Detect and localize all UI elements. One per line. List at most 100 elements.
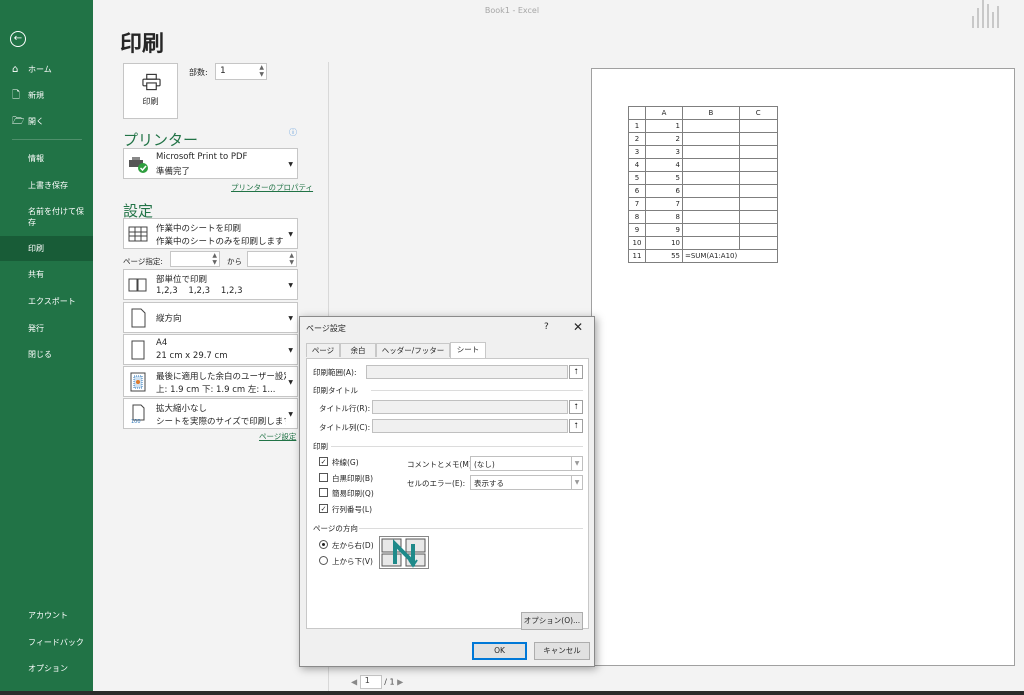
pages-from-input[interactable]: ▲ ▼: [170, 251, 220, 267]
home-icon: ⌂: [12, 64, 19, 75]
nav-home-label: ホーム: [28, 65, 52, 74]
pages-label: ページ指定:: [123, 257, 163, 266]
nav-options[interactable]: オプション: [0, 663, 93, 674]
cancel-button[interactable]: キャンセル: [534, 642, 590, 660]
page-order-preview-icon: [379, 536, 429, 569]
pages-from-spinner-icon[interactable]: ▲ ▼: [212, 252, 217, 266]
gridlines-checkbox[interactable]: ✓: [319, 457, 328, 466]
margins-dropdown[interactable]: 最後に適用した余白のユーザー設定 上: 1.9 cm 下: 1.9 cm 左: …: [123, 366, 298, 397]
title-rows-input[interactable]: [372, 400, 568, 414]
errors-select[interactable]: 表示する ▼: [470, 475, 583, 490]
collapse-dialog-icon[interactable]: ⭡: [569, 419, 583, 433]
order-left-right-radio[interactable]: [319, 540, 328, 549]
ok-button[interactable]: OK: [472, 642, 527, 660]
table-row: 99: [628, 223, 778, 237]
print-scope-dropdown[interactable]: 作業中のシートを印刷 作業中のシートのみを印刷します ▼: [123, 218, 298, 249]
nav-home[interactable]: ⌂ ホーム: [0, 64, 93, 75]
row-header: 5: [628, 171, 646, 185]
table-cell: [682, 184, 740, 198]
nav-print-label: 印刷: [28, 244, 44, 253]
info-icon[interactable]: ⓘ: [289, 127, 297, 138]
tab-header-footer[interactable]: ヘッダー/フッター: [376, 343, 450, 357]
nav-print[interactable]: 印刷: [0, 236, 93, 261]
table-cell: [682, 119, 740, 133]
nav-new-label: 新規: [28, 91, 44, 100]
paper-size-dropdown[interactable]: A4 21 cm x 29.7 cm ▼: [123, 334, 298, 365]
paper-size-desc: 21 cm x 29.7 cm: [156, 351, 228, 361]
tab-page[interactable]: ページ: [306, 343, 340, 357]
table-cell: [738, 223, 778, 237]
nav-save-as[interactable]: 名前を付けて保存: [0, 206, 93, 228]
close-icon[interactable]: ✕: [573, 320, 583, 334]
prev-page-icon[interactable]: ◀: [351, 678, 357, 687]
page-setup-link[interactable]: ページ設定: [259, 431, 296, 442]
table-cell: 55: [645, 249, 683, 263]
pages-to-spinner-icon[interactable]: ▲ ▼: [289, 252, 294, 266]
table-row: 55: [628, 171, 778, 185]
corner-cell: [628, 106, 646, 120]
portrait-page-icon: [131, 308, 146, 328]
print-scope-desc: 作業中のシートのみを印刷します: [156, 237, 284, 247]
tab-margins[interactable]: 余白: [340, 343, 376, 357]
back-arrow-icon[interactable]: ←: [10, 31, 26, 47]
gridlines-label: 枠線(G): [332, 458, 359, 467]
collapse-dialog-icon[interactable]: ⭡: [569, 400, 583, 414]
row-header: 9: [628, 223, 646, 237]
collapse-dialog-icon[interactable]: ⭡: [569, 365, 583, 379]
draft-label: 簡易印刷(Q): [332, 489, 374, 498]
nav-account[interactable]: アカウント: [0, 610, 93, 621]
row-header: 6: [628, 184, 646, 198]
copies-spinner-icon[interactable]: ▲ ▼: [259, 64, 264, 78]
nav-save[interactable]: 上書き保存: [0, 180, 93, 191]
headings-checkbox[interactable]: ✓: [319, 504, 328, 513]
chevron-down-icon: ▼: [288, 161, 293, 168]
chevron-down-icon: ▼: [288, 315, 293, 322]
comments-select[interactable]: (なし) ▼: [470, 456, 583, 471]
order-top-bottom-radio[interactable]: [319, 556, 328, 565]
order-left-right-label: 左から右(D): [332, 541, 374, 550]
nav-open[interactable]: 🗁 開く: [0, 116, 93, 127]
nav-new[interactable]: 🗋 新規: [0, 90, 93, 101]
order-top-bottom-label: 上から下(V): [332, 557, 373, 566]
table-cell: [738, 158, 778, 172]
scaling-dropdown[interactable]: 100 拡大縮小なし シートを実際のサイズで印刷します ▼: [123, 398, 298, 429]
help-icon[interactable]: ?: [544, 322, 549, 332]
nav-publish[interactable]: 発行: [0, 323, 93, 334]
folder-open-icon: 🗁: [12, 116, 25, 127]
current-page-input[interactable]: 1: [359, 675, 382, 689]
errors-label: セルのエラー(E):: [407, 479, 466, 488]
print-area-input[interactable]: [366, 365, 568, 379]
table-cell: [738, 236, 778, 250]
chevron-down-icon: ▼: [288, 231, 293, 238]
row-header: 10: [628, 236, 646, 250]
draft-checkbox[interactable]: [319, 488, 328, 497]
title-cols-input[interactable]: [372, 419, 568, 433]
nav-feedback[interactable]: フィードバック: [0, 637, 93, 648]
table-row: 66: [628, 184, 778, 198]
next-page-icon[interactable]: ▶: [397, 678, 403, 687]
window-title: Book1 - Excel: [484, 6, 540, 15]
table-row: 77: [628, 197, 778, 211]
print-button[interactable]: 印刷: [123, 63, 178, 119]
copies-input[interactable]: 1 ▲ ▼: [215, 63, 267, 80]
table-cell: 4: [645, 158, 683, 172]
nav-share[interactable]: 共有: [0, 269, 93, 280]
nav-info[interactable]: 情報: [0, 153, 93, 164]
scaling-icon: 100: [131, 404, 145, 424]
nav-export[interactable]: エクスポート: [0, 296, 93, 307]
table-row: 10 10: [628, 236, 778, 250]
printer-properties-link[interactable]: プリンターのプロパティ: [231, 182, 313, 193]
comments-label: コメントとメモ(M):: [407, 460, 475, 469]
collate-dropdown[interactable]: 部単位で印刷 1,2,3 1,2,3 1,2,3 ▼: [123, 269, 298, 300]
column-header: C: [738, 106, 778, 120]
nav-close[interactable]: 閉じる: [0, 349, 93, 360]
blackwhite-label: 白黒印刷(B): [332, 474, 373, 483]
orientation-dropdown[interactable]: 縦方向 ▼: [123, 302, 298, 333]
table-cell: [682, 132, 740, 146]
pages-to-input[interactable]: ▲ ▼: [247, 251, 297, 267]
printer-dropdown[interactable]: Microsoft Print to PDF 準備完了 ▼: [123, 148, 298, 179]
blackwhite-checkbox[interactable]: [319, 473, 328, 482]
title-cols-label: タイトル列(C):: [319, 423, 371, 432]
tab-sheet[interactable]: シート: [450, 342, 486, 358]
options-button[interactable]: オプション(O)...: [521, 612, 583, 630]
